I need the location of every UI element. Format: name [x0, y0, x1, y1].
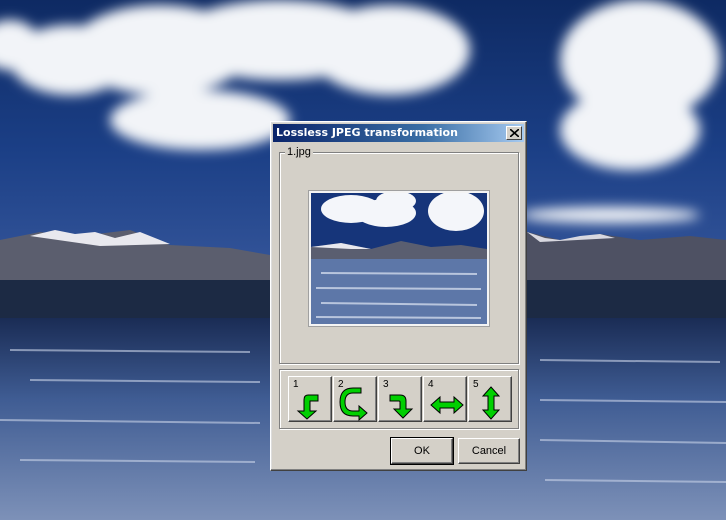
- image-preview: [309, 191, 489, 326]
- ok-button[interactable]: OK: [390, 437, 454, 465]
- file-name-label: 1.jpg: [285, 146, 313, 158]
- rotate-180-arrow-icon: [339, 387, 368, 421]
- rotate-left-button[interactable]: 1: [288, 376, 332, 422]
- flip-horizontal-arrow-icon: [430, 395, 464, 415]
- close-icon: [510, 129, 519, 137]
- lossless-jpeg-dialog: Lossless JPEG transformation 1.jpg 1 2 3…: [270, 121, 527, 471]
- rotate-left-arrow-icon: [296, 394, 319, 420]
- flip-vertical-button[interactable]: 5: [468, 376, 512, 422]
- rotate-right-arrow-icon: [389, 394, 414, 419]
- cancel-button[interactable]: Cancel: [458, 438, 520, 464]
- rotate-180-button[interactable]: 2: [333, 376, 377, 422]
- preview-thumbnail: [311, 193, 487, 324]
- rotate-right-button[interactable]: 3: [378, 376, 422, 422]
- dialog-title: Lossless JPEG transformation: [276, 126, 458, 139]
- close-button[interactable]: [506, 126, 522, 140]
- flip-vertical-arrow-icon: [481, 386, 501, 420]
- flip-horizontal-button[interactable]: 4: [423, 376, 467, 422]
- dialog-titlebar[interactable]: Lossless JPEG transformation: [273, 124, 524, 142]
